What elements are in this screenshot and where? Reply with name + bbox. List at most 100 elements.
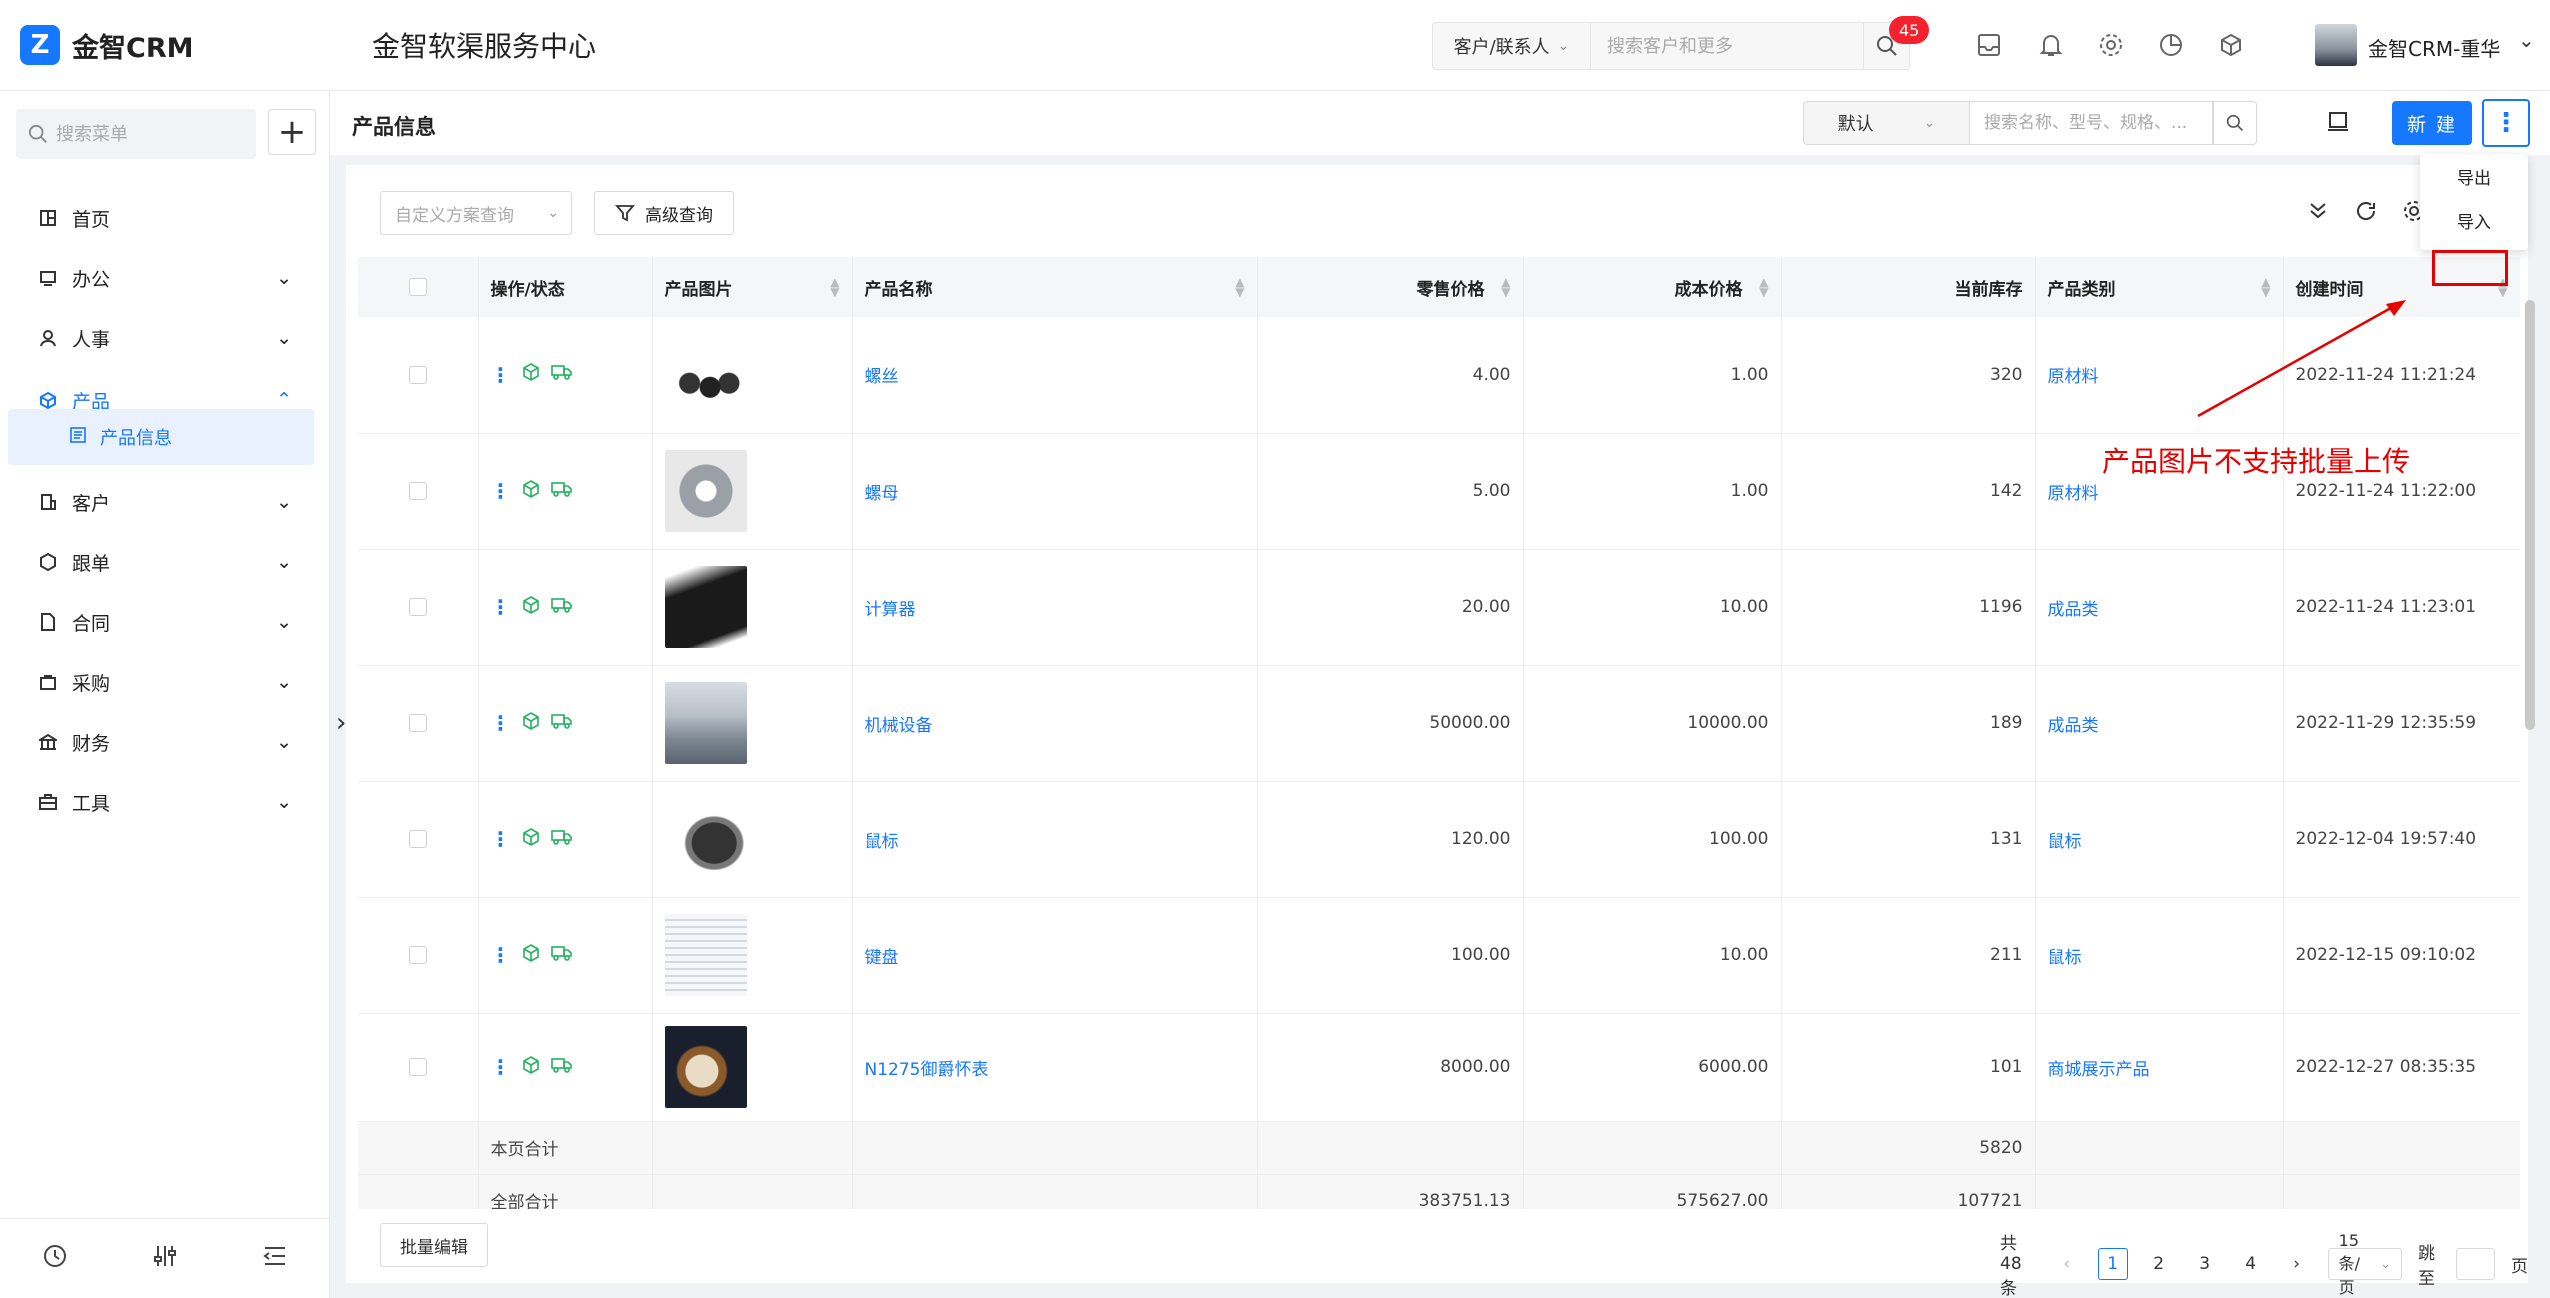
menu-search-input[interactable] <box>56 123 246 145</box>
product-search-input[interactable] <box>1969 101 2213 145</box>
sidebar-subitem-product-info[interactable]: 产品信息 <box>8 409 314 465</box>
column-header[interactable]: 产品名称 ▲ ▼ <box>852 257 1258 317</box>
next-page-icon[interactable]: › <box>2282 1248 2312 1280</box>
sliders-icon[interactable] <box>152 1243 178 1274</box>
truck-status-icon[interactable] <box>550 712 573 735</box>
row-checkbox[interactable] <box>408 482 427 500</box>
product-image[interactable] <box>664 914 747 996</box>
global-search-input[interactable] <box>1591 23 1863 69</box>
truck-status-icon[interactable] <box>550 828 573 851</box>
cube-status-icon[interactable] <box>521 595 541 620</box>
page-number[interactable]: 3 <box>2190 1248 2220 1280</box>
row-checkbox[interactable] <box>408 598 427 616</box>
truck-status-icon[interactable] <box>550 480 573 503</box>
row-checkbox[interactable] <box>408 714 427 732</box>
category-link[interactable]: 鼠标 <box>2035 781 2284 898</box>
scheme-query-select[interactable]: 自定义方案查询 ⌄ <box>380 191 572 235</box>
product-name-link[interactable]: 键盘 <box>852 897 1258 1014</box>
page-size-select[interactable]: 15 条/页 ⌄ <box>2327 1231 2403 1297</box>
sidebar-item-office[interactable]: 办公 ⌄ <box>0 250 330 306</box>
cube-icon[interactable] <box>2214 28 2248 62</box>
row-checkbox[interactable] <box>408 946 427 964</box>
column-header[interactable]: 零售价格 ▲ ▼ <box>1257 257 1524 317</box>
product-image[interactable] <box>664 682 747 764</box>
collapse-menu-icon[interactable] <box>262 1243 288 1274</box>
search-icon[interactable] <box>2213 101 2257 145</box>
more-vertical-icon[interactable]: ⋮ <box>491 827 511 851</box>
product-name-link[interactable]: 机械设备 <box>852 665 1258 782</box>
sort-icon[interactable]: ▲ ▼ <box>830 276 839 298</box>
refresh-icon[interactable] <box>2354 199 2378 228</box>
more-vertical-icon[interactable]: ⋮ <box>491 479 511 503</box>
sidebar-item-tools[interactable]: 工具 ⌄ <box>0 774 330 830</box>
page-number[interactable]: 4 <box>2236 1248 2266 1280</box>
column-header[interactable]: 成本价格 ▲ ▼ <box>1523 257 1782 317</box>
prev-page-icon[interactable]: ‹ <box>2052 1248 2082 1280</box>
avatar[interactable] <box>2315 24 2357 66</box>
print-icon[interactable] <box>2325 109 2351 140</box>
sort-icon[interactable]: ▲ ▼ <box>1759 276 1768 298</box>
sort-icon[interactable]: ▲ ▼ <box>1501 276 1510 298</box>
add-menu-button[interactable]: + <box>268 109 316 155</box>
more-vertical-icon[interactable]: ⋮ <box>491 943 511 967</box>
more-vertical-icon[interactable]: ⋮ <box>491 595 511 619</box>
cube-status-icon[interactable] <box>521 362 541 387</box>
row-checkbox[interactable] <box>408 365 427 384</box>
product-image[interactable] <box>664 1026 747 1108</box>
sort-icon[interactable]: ▲ ▼ <box>2261 276 2270 298</box>
page-number[interactable]: 1 <box>2097 1248 2128 1280</box>
more-vertical-icon[interactable]: ⋮ <box>491 711 511 735</box>
category-link[interactable]: 成品类 <box>2035 549 2284 666</box>
cube-status-icon[interactable] <box>521 943 541 968</box>
sidebar-item-hr[interactable]: 人事 ⌄ <box>0 310 330 366</box>
truck-status-icon[interactable] <box>550 1056 573 1079</box>
product-image[interactable] <box>664 450 747 532</box>
sidebar-item-customer[interactable]: 客户 ⌄ <box>0 474 330 530</box>
product-name-link[interactable]: 螺丝 <box>852 317 1258 434</box>
sidebar-item-home[interactable]: 首页 <box>0 190 330 246</box>
bell-icon[interactable] <box>2034 28 2068 62</box>
scrollbar[interactable] <box>2525 300 2535 730</box>
product-image[interactable] <box>664 566 747 648</box>
view-select[interactable]: 默认 ⌄ <box>1803 101 1969 145</box>
advanced-query-button[interactable]: 高级查询 <box>594 191 734 235</box>
more-vertical-icon[interactable]: ⋮ <box>2482 99 2530 147</box>
chevron-right-icon[interactable]: › <box>336 708 346 738</box>
search-scope-select[interactable]: 客户/联系人 ⌄ <box>1433 23 1591 69</box>
product-image[interactable] <box>664 798 747 880</box>
product-name-link[interactable]: 螺母 <box>852 433 1258 550</box>
new-button[interactable]: 新 建 <box>2392 101 2472 145</box>
logo[interactable]: Z 金智CRM <box>20 25 320 65</box>
product-image[interactable] <box>664 333 747 416</box>
chevron-down-icon[interactable]: ⌄ <box>2518 28 2535 52</box>
column-header[interactable]: 产品图片 ▲ ▼ <box>652 257 853 317</box>
jump-page-input[interactable] <box>2455 1248 2495 1280</box>
pie-chart-icon[interactable] <box>2154 28 2188 62</box>
inbox-icon[interactable] <box>1972 28 2006 62</box>
sidebar-item-purchase[interactable]: 采购 ⌄ <box>0 654 330 710</box>
truck-status-icon[interactable] <box>550 363 573 386</box>
truck-status-icon[interactable] <box>550 944 573 967</box>
cube-status-icon[interactable] <box>521 827 541 852</box>
page-number[interactable]: 2 <box>2144 1248 2174 1280</box>
sidebar-item-followup[interactable]: 跟单 ⌄ <box>0 534 330 590</box>
gear-icon[interactable] <box>2094 28 2128 62</box>
select-all-checkbox[interactable] <box>408 278 427 296</box>
double-chevron-down-icon[interactable] <box>2306 199 2330 228</box>
cube-status-icon[interactable] <box>521 479 541 504</box>
history-icon[interactable] <box>42 1243 68 1274</box>
import-menu-item[interactable]: 导入 <box>2420 198 2528 242</box>
category-link[interactable]: 商城展示产品 <box>2035 1013 2284 1122</box>
more-vertical-icon[interactable]: ⋮ <box>491 1055 511 1079</box>
row-checkbox[interactable] <box>408 1058 427 1076</box>
sort-icon[interactable]: ▲ ▼ <box>1235 276 1244 298</box>
export-menu-item[interactable]: 导出 <box>2420 154 2528 198</box>
category-link[interactable]: 成品类 <box>2035 665 2284 782</box>
product-name-link[interactable]: N1275御爵怀表 <box>852 1013 1258 1122</box>
batch-edit-button[interactable]: 批量编辑 <box>380 1223 488 1267</box>
user-name[interactable]: 金智CRM-重华 <box>2368 33 2500 62</box>
more-vertical-icon[interactable]: ⋮ <box>491 363 511 387</box>
sidebar-item-finance[interactable]: 财务 ⌄ <box>0 714 330 770</box>
product-name-link[interactable]: 计算器 <box>852 549 1258 666</box>
truck-status-icon[interactable] <box>550 596 573 619</box>
